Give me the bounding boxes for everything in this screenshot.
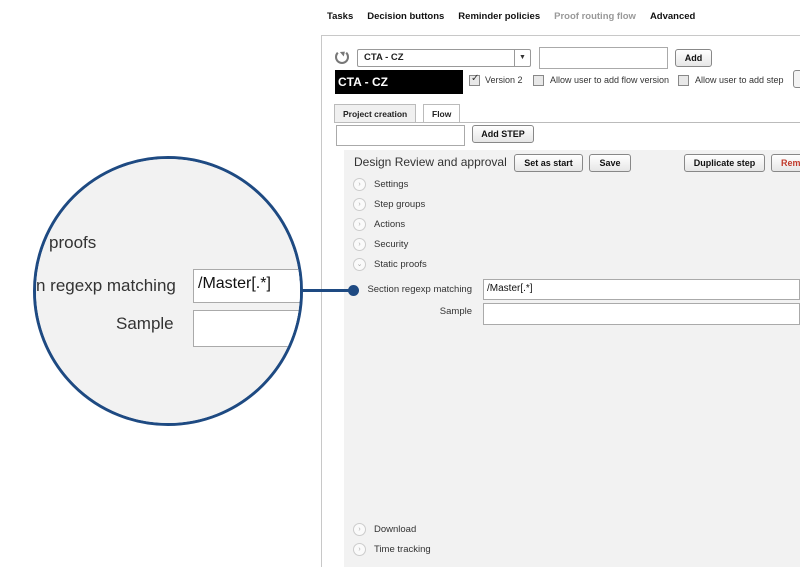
duplicate-step-button[interactable]: Duplicate step: [684, 154, 765, 172]
section-label: Settings: [374, 179, 409, 190]
section-label: Download: [374, 524, 417, 535]
section-label: Static proofs: [374, 259, 427, 270]
save-button[interactable]: Save: [589, 154, 631, 172]
add-button[interactable]: Add: [675, 49, 712, 67]
tab-flow[interactable]: Flow: [423, 104, 461, 123]
truncated-button[interactable]: [793, 70, 800, 88]
magnified-proofs-text: proofs: [49, 233, 97, 252]
regexp-input[interactable]: /Master[.*]: [483, 279, 800, 300]
section-actions[interactable]: › Actions: [353, 218, 405, 231]
section-settings[interactable]: › Settings: [353, 178, 408, 191]
nav-proof-routing-flow[interactable]: Proof routing flow: [554, 11, 636, 22]
chevron-right-icon: ›: [353, 238, 366, 251]
refresh-icon[interactable]: [335, 50, 349, 64]
chevron-down-icon: ▼: [514, 50, 530, 66]
section-static-proofs[interactable]: ⌄ Static proofs: [353, 258, 427, 271]
nav-advanced[interactable]: Advanced: [650, 11, 695, 22]
nav-tasks[interactable]: Tasks: [327, 11, 353, 22]
callout-connector: [300, 289, 352, 292]
current-flow-name: CTA - CZ: [335, 70, 463, 94]
flow-name-input[interactable]: [539, 47, 668, 69]
chevron-right-icon: ›: [353, 198, 366, 211]
chevron-down-icon: ⌄: [353, 258, 366, 271]
section-time-tracking[interactable]: › Time tracking: [353, 543, 431, 556]
section-label: Step groups: [374, 199, 426, 210]
regexp-label: Section regexp matching: [367, 284, 472, 295]
sample-input[interactable]: [483, 303, 800, 325]
sample-label: Sample: [439, 306, 472, 317]
section-step-groups[interactable]: › Step groups: [353, 198, 425, 211]
step-title: Design Review and approval: [354, 155, 507, 169]
callout-dot: [348, 285, 359, 296]
allow-step-checkbox[interactable]: [678, 75, 689, 86]
section-security[interactable]: › Security: [353, 238, 408, 251]
step-panel: [344, 150, 800, 567]
nav-reminder-policies[interactable]: Reminder policies: [458, 11, 540, 22]
set-as-start-button[interactable]: Set as start: [514, 154, 583, 172]
top-nav: Tasks Decision buttons Reminder policies…: [327, 11, 695, 22]
flow-select[interactable]: CTA - CZ ▼: [357, 49, 531, 67]
allow-step-label: Allow user to add step: [695, 75, 784, 85]
chevron-right-icon: ›: [353, 178, 366, 191]
magnified-regexp-input: /Master[.*]: [193, 269, 300, 303]
magnified-sample-label: Sample: [116, 314, 174, 333]
allow-flow-version-label: Allow user to add flow version: [550, 75, 670, 85]
version-label: Version 2: [485, 75, 523, 85]
section-label: Security: [374, 239, 409, 250]
chevron-right-icon: ›: [353, 543, 366, 556]
magnified-regexp-label: n regexp matching: [36, 276, 176, 295]
flow-select-value: CTA - CZ: [364, 52, 404, 63]
remove-step-button[interactable]: Rem: [771, 154, 800, 172]
tab-project-creation[interactable]: Project creation: [334, 104, 417, 123]
section-label: Actions: [374, 219, 406, 230]
section-label: Time tracking: [374, 544, 431, 555]
nav-decision-buttons[interactable]: Decision buttons: [367, 11, 444, 22]
magnifier-callout: proofs n regexp matching /Master[.*] Sam…: [33, 156, 303, 426]
add-step-button[interactable]: Add STEP: [472, 125, 534, 143]
section-download[interactable]: › Download: [353, 523, 416, 536]
allow-flow-version-checkbox[interactable]: [533, 75, 544, 86]
chevron-right-icon: ›: [353, 218, 366, 231]
version-checkbox[interactable]: [469, 73, 480, 86]
step-name-input[interactable]: [336, 125, 465, 146]
tabs-divider: [334, 122, 800, 123]
chevron-right-icon: ›: [353, 523, 366, 536]
magnified-sample-input: [193, 310, 300, 347]
